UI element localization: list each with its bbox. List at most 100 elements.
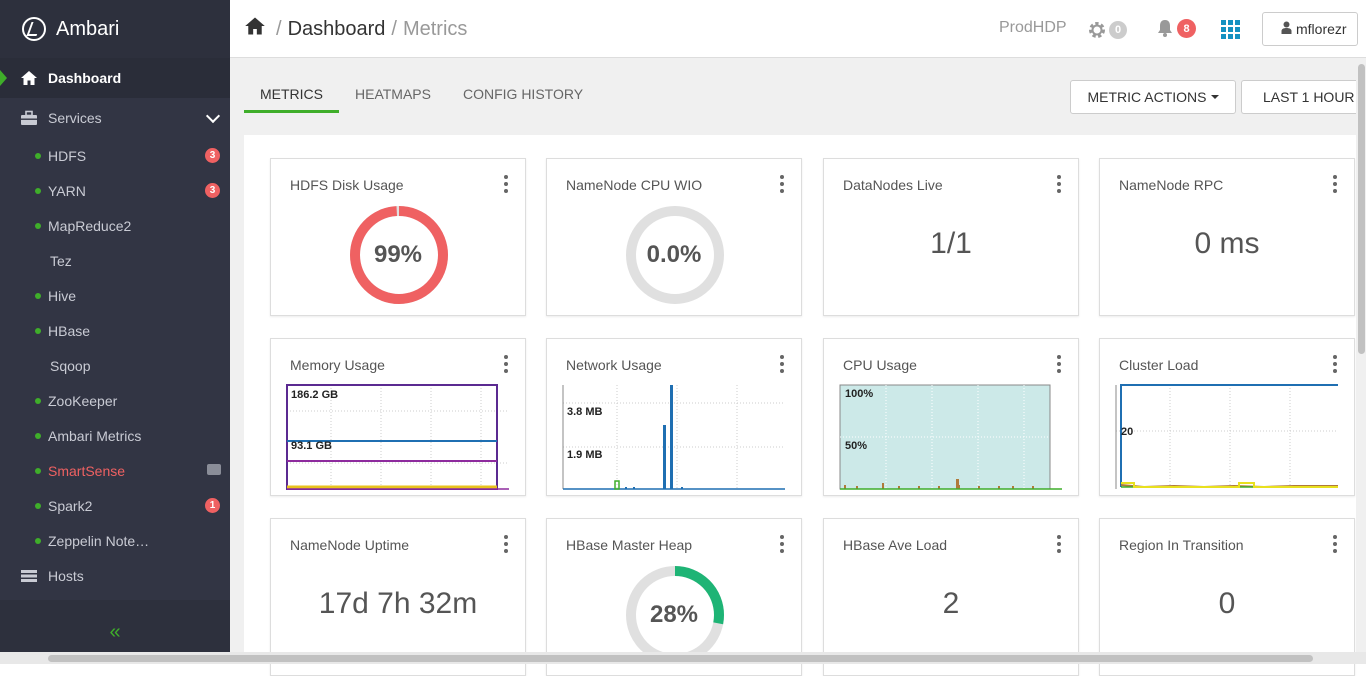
user-name: mflorezr (1296, 21, 1347, 37)
time-range-label: LAST 1 HOUR (1263, 89, 1355, 105)
sidebar-service-label: Tez (50, 252, 72, 269)
memory-label-mid: 93.1 GB (291, 440, 332, 452)
kebab-menu-icon[interactable] (504, 175, 508, 193)
widget-value: 17d 7h 32m (318, 587, 478, 620)
sidebar-service-label: YARN (48, 182, 86, 199)
widget-title: HDFS Disk Usage (290, 177, 404, 193)
tab-config-history[interactable]: CONFIG HISTORY (447, 82, 599, 113)
sidebar-item-services[interactable]: Services (0, 98, 230, 138)
widget-value: 99% (373, 241, 423, 268)
kebab-menu-icon[interactable] (1057, 535, 1061, 553)
widget-title: Cluster Load (1119, 357, 1199, 373)
gear-icon[interactable] (1087, 20, 1107, 46)
alerts-count-badge[interactable]: 8 (1177, 19, 1196, 38)
widget-network-usage[interactable]: Network Usage 3.8 MB 1.9 MB (546, 338, 802, 496)
kebab-menu-icon[interactable] (1333, 535, 1337, 553)
user-icon (1281, 21, 1292, 37)
kebab-menu-icon[interactable] (1333, 175, 1337, 193)
cluster-load-label-mid: 20 (1121, 426, 1133, 438)
status-dot-icon (35, 502, 41, 509)
sidebar-service-item[interactable]: HDFS 3 (0, 138, 230, 173)
status-dot-icon (35, 397, 41, 404)
sidebar-service-item[interactable]: ZooKeeper (0, 383, 230, 418)
briefcase-icon (207, 464, 221, 475)
sidebar-service-item[interactable]: Ambari Metrics (0, 418, 230, 453)
widget-hdfs-disk-usage[interactable]: HDFS Disk Usage 99% (270, 158, 526, 316)
widget-title: CPU Usage (843, 357, 917, 373)
widget-cluster-load[interactable]: Cluster Load 20 (1099, 338, 1355, 496)
scrollbar-thumb[interactable] (48, 655, 1313, 662)
sidebar-service-item[interactable]: MapReduce2 (0, 208, 230, 243)
sidebar-service-item[interactable]: Hive (0, 278, 230, 313)
vertical-scrollbar[interactable] (1356, 58, 1366, 652)
tab-metrics[interactable]: METRICS (244, 82, 339, 113)
widget-title: Region In Transition (1119, 537, 1244, 553)
sidebar-item-label: Hosts (48, 568, 84, 584)
brand[interactable]: Ambari (0, 0, 230, 58)
widget-namenode-cpu-wio[interactable]: NameNode CPU WIO 0.0% (546, 158, 802, 316)
sidebar-service-item[interactable]: SmartSense (0, 453, 230, 488)
services-list: HDFS 3 YARN 3 MapReduce2 Tez Hive HBase Sqoop Zoo… (0, 138, 230, 558)
cluster-load-chart: 20 (1115, 384, 1338, 489)
views-grid-icon[interactable] (1221, 20, 1241, 39)
horizontal-scrollbar[interactable] (0, 652, 1366, 664)
status-dot-icon (35, 537, 41, 544)
alert-count-badge[interactable]: 1 (205, 498, 220, 513)
scrollbar-thumb[interactable] (1358, 64, 1365, 354)
user-menu-button[interactable]: mflorezr (1262, 12, 1358, 46)
metric-actions-button[interactable]: METRIC ACTIONS (1070, 80, 1236, 114)
sidebar-service-label: HDFS (48, 147, 87, 164)
alert-count-badge[interactable]: 3 (205, 148, 220, 163)
cluster-name[interactable]: ProdHDP (999, 19, 1067, 37)
main-area: METRICS HEATMAPS CONFIG HISTORY METRIC A… (230, 58, 1366, 676)
widget-namenode-rpc[interactable]: NameNode RPC 0 ms (1099, 158, 1355, 316)
widgets-panel: HDFS Disk Usage 99% NameNode CPU WIO 0.0… (244, 135, 1356, 676)
time-range-button[interactable]: LAST 1 HOUR (1241, 80, 1366, 114)
kebab-menu-icon[interactable] (780, 535, 784, 553)
chevron-down-icon[interactable] (205, 108, 221, 124)
briefcase-icon (20, 110, 38, 126)
tab-heatmaps[interactable]: HEATMAPS (339, 82, 447, 113)
sidebar: Ambari Dashboard Services HDFS 3 YARN 3 MapR… (0, 0, 230, 664)
sidebar-service-item[interactable]: Tez (0, 243, 230, 278)
kebab-menu-icon[interactable] (1057, 355, 1061, 373)
kebab-menu-icon[interactable] (504, 535, 508, 553)
ops-count-badge[interactable]: 0 (1109, 21, 1127, 39)
sidebar-item-dashboard[interactable]: Dashboard (0, 58, 230, 98)
status-dot-icon (35, 327, 41, 334)
cpu-label-mid: 50% (845, 440, 867, 452)
hosts-icon (20, 568, 38, 584)
breadcrumb-current: Metrics (402, 17, 468, 40)
breadcrumb-separator: / (276, 17, 282, 40)
widget-title: NameNode Uptime (290, 537, 410, 553)
double-chevron-left-icon: « (109, 620, 121, 643)
memory-usage-chart: 186.2 GB 93.1 GB (286, 384, 509, 490)
kebab-menu-icon[interactable] (504, 355, 508, 373)
status-dot-icon (35, 432, 41, 439)
top-bar: / Dashboard / Metrics ProdHDP 0 8 mflore… (230, 0, 1366, 58)
sidebar-service-label: MapReduce2 (48, 217, 132, 234)
alert-count-badge[interactable]: 3 (205, 183, 220, 198)
sidebar-service-item[interactable]: HBase (0, 313, 230, 348)
sidebar-service-item[interactable]: Zeppelin Note… (0, 523, 230, 558)
sidebar-service-label: SmartSense (48, 462, 126, 479)
kebab-menu-icon[interactable] (1333, 355, 1337, 373)
sidebar-service-item[interactable]: Spark2 1 (0, 488, 230, 523)
sidebar-item-label: Services (48, 110, 102, 126)
sidebar-item-hosts[interactable]: Hosts (0, 558, 230, 594)
home-icon[interactable] (244, 16, 266, 42)
breadcrumb: / Dashboard / Metrics (244, 16, 467, 42)
widget-datanodes-live[interactable]: DataNodes Live 1/1 (823, 158, 1079, 316)
kebab-menu-icon[interactable] (780, 175, 784, 193)
breadcrumb-dashboard[interactable]: Dashboard (288, 18, 386, 41)
widget-cpu-usage[interactable]: CPU Usage 100% 50% (823, 338, 1079, 496)
sidebar-service-label: Sqoop (50, 357, 91, 374)
sidebar-service-item[interactable]: YARN 3 (0, 173, 230, 208)
network-label-top: 3.8 MB (567, 406, 603, 418)
kebab-menu-icon[interactable] (780, 355, 784, 373)
kebab-menu-icon[interactable] (1057, 175, 1061, 193)
sidebar-service-item[interactable]: Sqoop (0, 348, 230, 383)
bell-icon[interactable] (1156, 18, 1174, 43)
widget-memory-usage[interactable]: Memory Usage 186.2 GB 93.1 GB (270, 338, 526, 496)
network-usage-chart: 3.8 MB 1.9 MB (562, 385, 785, 490)
